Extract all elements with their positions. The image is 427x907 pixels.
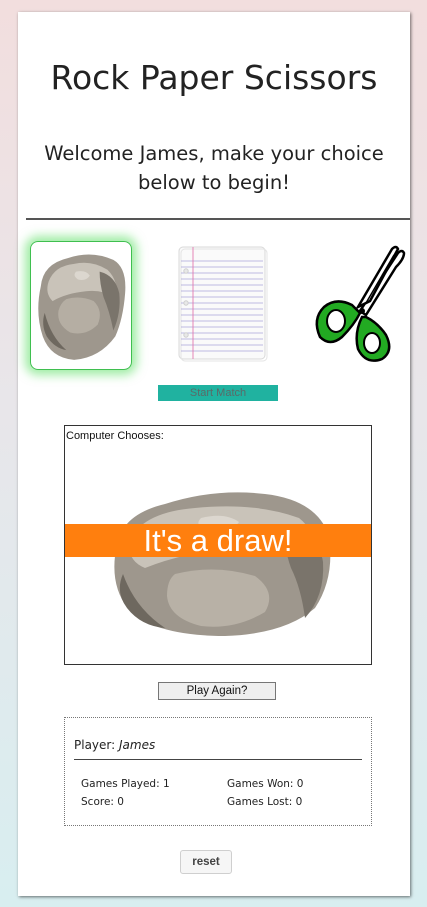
player-label: Player:	[74, 738, 119, 752]
games-played-stat: Games Played: 1	[81, 778, 170, 790]
player-name: James	[119, 738, 156, 752]
choice-rock[interactable]	[30, 241, 132, 370]
choice-scissors[interactable]	[306, 241, 408, 370]
page-title: Rock Paper Scissors	[50, 58, 378, 97]
games-won-stat: Games Won: 0	[227, 778, 304, 790]
reset-button[interactable]: reset	[180, 850, 232, 874]
game-card: Rock Paper Scissors Welcome James, make …	[18, 12, 410, 896]
games-lost-stat: Games Lost: 0	[227, 796, 303, 808]
header-divider	[26, 218, 410, 220]
scissors-image	[315, 245, 406, 362]
play-again-button[interactable]: Play Again?	[158, 682, 276, 700]
score-stat: Score: 0	[81, 796, 124, 808]
computer-chooses-label: Computer Chooses:	[66, 430, 164, 442]
stats-divider	[74, 759, 362, 760]
player-stats-panel: Player: James Games Played: 1 Games Won:…	[64, 717, 372, 826]
notebook-paper-image	[178, 246, 268, 362]
computer-rock-image	[114, 492, 331, 636]
start-match-button[interactable]: Start Match	[158, 385, 278, 401]
computer-choice-panel: Computer Chooses: It's a draw!	[64, 425, 372, 665]
choice-paper[interactable]	[171, 241, 273, 370]
rock-image	[38, 254, 126, 360]
result-banner: It's a draw!	[65, 524, 371, 557]
player-line: Player: James	[74, 738, 155, 752]
welcome-message: Welcome James, make your choice below to…	[44, 142, 384, 194]
